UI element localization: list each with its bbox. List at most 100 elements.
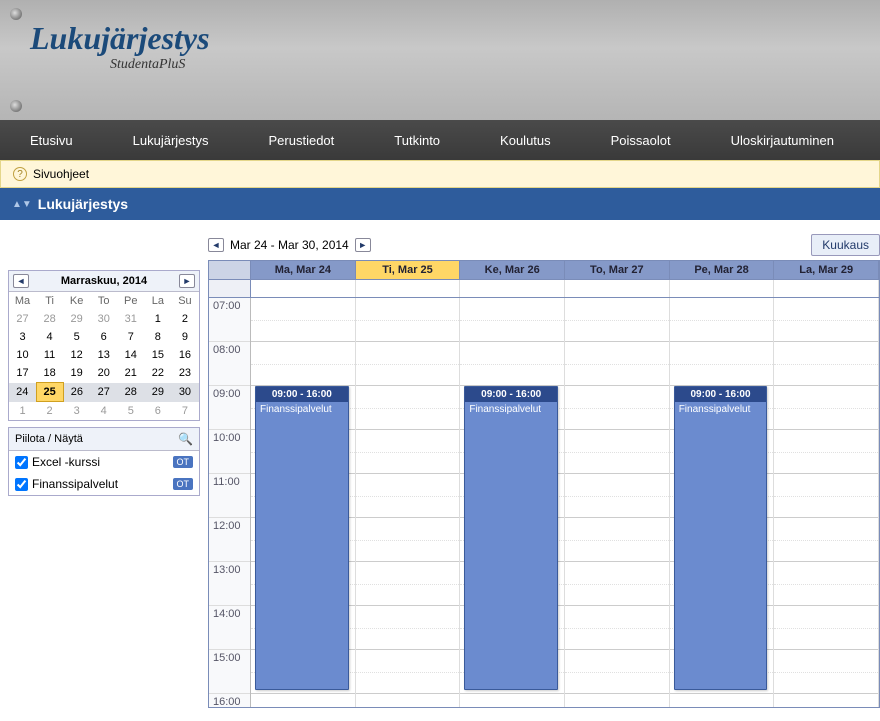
event-time: 09:00 - 16:00 xyxy=(256,387,348,402)
mini-cal-day[interactable]: 7 xyxy=(117,328,144,346)
mini-cal-day[interactable]: 20 xyxy=(90,364,117,383)
day-column[interactable] xyxy=(565,298,670,707)
mini-cal-day[interactable]: 17 xyxy=(9,364,36,383)
allday-cell[interactable] xyxy=(774,280,879,297)
mini-cal-day[interactable]: 21 xyxy=(117,364,144,383)
allday-cell[interactable] xyxy=(460,280,565,297)
mini-cal-day[interactable]: 28 xyxy=(117,383,144,402)
mini-cal-day[interactable]: 23 xyxy=(171,364,198,383)
mini-cal-day[interactable]: 4 xyxy=(36,328,63,346)
mini-cal-day[interactable]: 6 xyxy=(90,328,117,346)
screw-decoration xyxy=(10,8,22,20)
mini-dow: Ti xyxy=(36,292,63,310)
calendar-event[interactable]: 09:00 - 16:00Finanssipalvelut xyxy=(464,386,558,690)
app-subtitle: StudentaPluS xyxy=(110,57,850,73)
nav-item[interactable]: Poissaolot xyxy=(581,133,701,148)
mini-cal-day[interactable]: 1 xyxy=(9,402,36,421)
week-prev[interactable]: ◄ xyxy=(208,238,224,252)
mini-cal-day[interactable]: 5 xyxy=(63,328,90,346)
mini-cal-day[interactable]: 1 xyxy=(144,310,171,328)
mini-cal-month[interactable]: Marraskuu, 2014 xyxy=(61,275,147,287)
time-label: 10:00 xyxy=(209,430,250,474)
week-calendar: ◄ Mar 24 - Mar 30, 2014 ► Kuukaus Ma, Ma… xyxy=(208,230,880,708)
allday-cell[interactable] xyxy=(565,280,670,297)
mini-cal-day[interactable]: 30 xyxy=(171,383,198,402)
day-headers: Ma, Mar 24Ti, Mar 25Ke, Mar 26To, Mar 27… xyxy=(208,260,880,280)
allday-cell[interactable] xyxy=(251,280,356,297)
allday-cell[interactable] xyxy=(670,280,775,297)
mini-cal-day[interactable]: 2 xyxy=(36,402,63,421)
mini-cal-day[interactable]: 18 xyxy=(36,364,63,383)
nav-item[interactable]: Perustiedot xyxy=(239,133,365,148)
mini-cal-day[interactable]: 8 xyxy=(144,328,171,346)
mini-cal-day[interactable]: 27 xyxy=(90,383,117,402)
week-next[interactable]: ► xyxy=(355,238,371,252)
nav-item[interactable]: Tutkinto xyxy=(364,133,470,148)
day-header[interactable]: Pe, Mar 28 xyxy=(670,261,775,279)
mini-cal-day[interactable]: 12 xyxy=(63,346,90,364)
nav-item[interactable]: Etusivu xyxy=(0,133,103,148)
mini-dow: Su xyxy=(171,292,198,310)
mini-cal-next[interactable]: ► xyxy=(179,274,195,288)
mini-dow: To xyxy=(90,292,117,310)
day-header[interactable]: To, Mar 27 xyxy=(565,261,670,279)
day-column[interactable]: 09:00 - 16:00Finanssipalvelut xyxy=(251,298,356,707)
mini-cal-day[interactable]: 31 xyxy=(117,310,144,328)
calendar-event[interactable]: 09:00 - 16:00Finanssipalvelut xyxy=(674,386,768,690)
day-column[interactable] xyxy=(356,298,461,707)
allday-row xyxy=(208,280,880,298)
filter-tag: OT xyxy=(173,456,194,468)
search-icon[interactable]: 🔍 xyxy=(178,432,193,446)
mini-cal-day[interactable]: 6 xyxy=(144,402,171,421)
mini-cal-day[interactable]: 11 xyxy=(36,346,63,364)
day-column[interactable]: 09:00 - 16:00Finanssipalvelut xyxy=(670,298,775,707)
time-label: 14:00 xyxy=(209,606,250,650)
panel-header[interactable]: ▲▼ Lukujärjestys xyxy=(0,188,880,220)
day-column[interactable] xyxy=(774,298,879,707)
help-bar[interactable]: ? Sivuohjeet xyxy=(0,160,880,188)
allday-cell[interactable] xyxy=(356,280,461,297)
mini-cal-prev[interactable]: ◄ xyxy=(13,274,29,288)
mini-cal-day[interactable]: 25 xyxy=(36,383,63,402)
nav-item[interactable]: Lukujärjestys xyxy=(103,133,239,148)
day-header[interactable]: La, Mar 29 xyxy=(774,261,879,279)
filter-checkbox[interactable] xyxy=(15,456,28,469)
day-header[interactable]: Ke, Mar 26 xyxy=(460,261,565,279)
mini-cal-day[interactable]: 29 xyxy=(63,310,90,328)
mini-cal-day[interactable]: 28 xyxy=(36,310,63,328)
mini-cal-day[interactable]: 24 xyxy=(9,383,36,402)
day-header[interactable]: Ma, Mar 24 xyxy=(251,261,356,279)
mini-cal-day[interactable]: 9 xyxy=(171,328,198,346)
sidebar: ◄ Marraskuu, 2014 ► MaTiKeToPeLaSu 27282… xyxy=(8,230,200,708)
filter-item[interactable]: Finanssipalvelut xyxy=(15,477,118,491)
mini-cal-day[interactable]: 7 xyxy=(171,402,198,421)
mini-cal-day[interactable]: 30 xyxy=(90,310,117,328)
mini-dow: Pe xyxy=(117,292,144,310)
mini-cal-day[interactable]: 29 xyxy=(144,383,171,402)
filter-checkbox[interactable] xyxy=(15,478,28,491)
calendar-event[interactable]: 09:00 - 16:00Finanssipalvelut xyxy=(255,386,349,690)
mini-cal-day[interactable]: 14 xyxy=(117,346,144,364)
mini-cal-day[interactable]: 13 xyxy=(90,346,117,364)
mini-cal-day[interactable]: 19 xyxy=(63,364,90,383)
filter-item[interactable]: Excel -kurssi xyxy=(15,455,100,469)
day-header[interactable]: Ti, Mar 25 xyxy=(356,261,461,279)
event-time: 09:00 - 16:00 xyxy=(675,387,767,402)
nav-item[interactable]: Uloskirjautuminen xyxy=(701,133,864,148)
mini-cal-day[interactable]: 4 xyxy=(90,402,117,421)
mini-dow: Ma xyxy=(9,292,36,310)
mini-cal-day[interactable]: 22 xyxy=(144,364,171,383)
month-view-button[interactable]: Kuukaus xyxy=(811,234,880,256)
mini-cal-day[interactable]: 3 xyxy=(9,328,36,346)
nav-item[interactable]: Koulutus xyxy=(470,133,581,148)
mini-cal-day[interactable]: 5 xyxy=(117,402,144,421)
mini-cal-day[interactable]: 2 xyxy=(171,310,198,328)
mini-cal-day[interactable]: 27 xyxy=(9,310,36,328)
mini-cal-day[interactable]: 16 xyxy=(171,346,198,364)
mini-cal-day[interactable]: 10 xyxy=(9,346,36,364)
mini-cal-day[interactable]: 15 xyxy=(144,346,171,364)
day-column[interactable]: 09:00 - 16:00Finanssipalvelut xyxy=(460,298,565,707)
mini-cal-day[interactable]: 3 xyxy=(63,402,90,421)
time-label: 13:00 xyxy=(209,562,250,606)
mini-cal-day[interactable]: 26 xyxy=(63,383,90,402)
